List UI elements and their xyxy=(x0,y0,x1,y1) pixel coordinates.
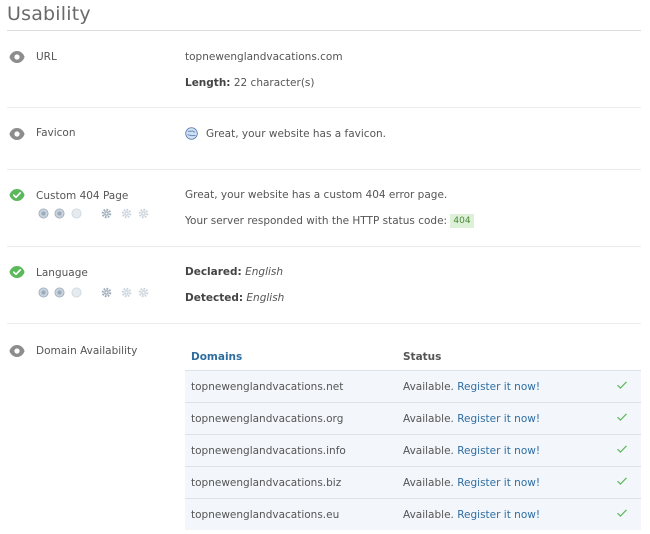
gear-icon xyxy=(101,208,112,219)
eye-icon xyxy=(9,51,25,63)
priority-dot-icon xyxy=(71,287,82,298)
status-cell: Available. Register it now! xyxy=(397,466,603,499)
domain-cell: topnewenglandvacations.org xyxy=(185,402,397,435)
domain-cell: topnewenglandvacations.net xyxy=(185,370,397,403)
row-divider xyxy=(7,323,641,324)
declared-value: English xyxy=(245,266,284,278)
status-text: Available. xyxy=(403,476,454,489)
column-header-domains: Domains xyxy=(191,351,243,363)
register-link[interactable]: Register it now! xyxy=(457,477,540,489)
detected-value: English xyxy=(246,292,285,304)
row-divider xyxy=(7,169,641,170)
status-text: Available. xyxy=(403,444,454,457)
declared-label: Declared: xyxy=(185,266,242,278)
language-label: Language xyxy=(36,267,88,279)
row-divider xyxy=(7,107,641,108)
domain-cell: topnewenglandvacations.biz xyxy=(185,466,397,499)
status-text: Available. xyxy=(403,380,454,393)
check-icon xyxy=(617,477,627,485)
table-header-row: Domains Status xyxy=(185,344,641,371)
checkmark-icon xyxy=(9,189,25,201)
gear-icon xyxy=(101,287,112,298)
priority-dot-icon xyxy=(38,208,49,219)
gear-icon xyxy=(121,287,132,298)
column-header-check xyxy=(603,344,641,371)
priority-dot-icon xyxy=(71,208,82,219)
column-header-status: Status xyxy=(403,351,442,363)
register-link[interactable]: Register it now! xyxy=(457,413,540,425)
priority-dot-icon xyxy=(54,287,65,298)
status-cell: Available. Register it now! xyxy=(397,434,603,467)
domain-cell: topnewenglandvacations.eu xyxy=(185,498,397,530)
favicon-label: Favicon xyxy=(36,127,76,139)
table-row: topnewenglandvacations.biz Available. Re… xyxy=(185,466,641,499)
url-value: topnewenglandvacations.com xyxy=(185,51,343,63)
title-rule xyxy=(7,30,641,31)
length-value: 22 character(s) xyxy=(233,77,315,89)
custom-404-label: Custom 404 Page xyxy=(36,190,129,202)
status-text: Available. xyxy=(403,412,454,425)
gear-icon xyxy=(138,287,149,298)
globe-icon xyxy=(185,127,198,140)
custom-404-message: Great, your website has a custom 404 err… xyxy=(185,189,448,201)
table-row: topnewenglandvacations.org Available. Re… xyxy=(185,402,641,435)
table-row: topnewenglandvacations.net Available. Re… xyxy=(185,370,641,403)
priority-dot-icon xyxy=(54,208,65,219)
priority-dot-icon xyxy=(38,287,49,298)
domain-cell: topnewenglandvacations.info xyxy=(185,434,397,467)
gear-icon xyxy=(138,208,149,219)
http-status-text: Your server responded with the HTTP stat… xyxy=(185,215,448,227)
length-label: Length: xyxy=(185,77,231,89)
detected-label: Detected: xyxy=(185,292,244,304)
check-icon xyxy=(617,381,627,389)
check-icon xyxy=(617,413,627,421)
status-cell: Available. Register it now! xyxy=(397,370,603,403)
table-row: topnewenglandvacations.info Available. R… xyxy=(185,434,641,467)
url-label: URL xyxy=(36,51,57,63)
section-title: Usability xyxy=(7,3,91,25)
status-text: Available. xyxy=(403,508,454,521)
register-link[interactable]: Register it now! xyxy=(457,509,540,521)
check-icon xyxy=(617,445,627,453)
eye-icon xyxy=(9,128,25,140)
eye-icon xyxy=(9,345,25,357)
http-status-badge: 404 xyxy=(450,214,474,228)
domain-availability-label: Domain Availability xyxy=(36,345,138,357)
domain-table: Domains Status topnewenglandvacations.ne… xyxy=(185,344,641,530)
checkmark-icon xyxy=(9,266,25,278)
status-cell: Available. Register it now! xyxy=(397,498,603,530)
register-link[interactable]: Register it now! xyxy=(457,445,540,457)
favicon-message: Great, your website has a favicon. xyxy=(206,128,386,140)
row-divider xyxy=(7,246,641,247)
status-cell: Available. Register it now! xyxy=(397,402,603,435)
register-link[interactable]: Register it now! xyxy=(457,381,540,393)
table-row: topnewenglandvacations.eu Available. Reg… xyxy=(185,498,641,530)
check-icon xyxy=(617,509,627,517)
gear-icon xyxy=(121,208,132,219)
